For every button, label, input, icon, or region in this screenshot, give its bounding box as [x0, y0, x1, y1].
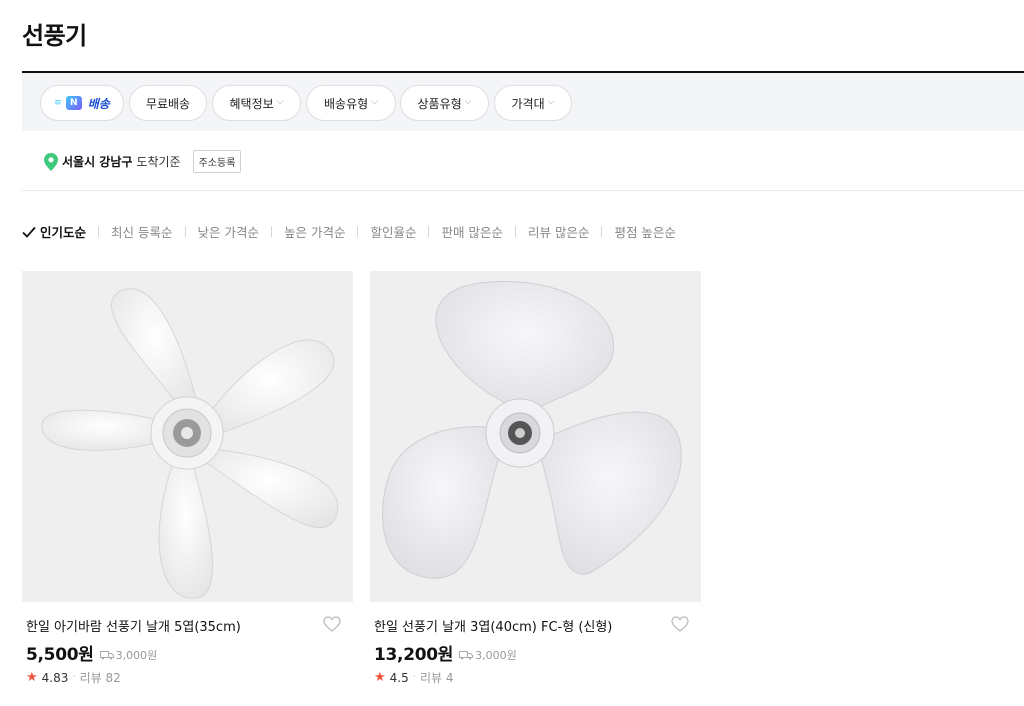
sort-bar: 인기도순 최신 등록순 낮은 가격순 높은 가격순 할인율순 판매 많은순 리뷰…	[22, 222, 676, 241]
divider	[428, 226, 430, 237]
separator-dot: ·	[72, 672, 76, 683]
location-pin-icon	[44, 152, 58, 171]
filter-chip-label: 배송	[87, 96, 110, 111]
star-icon: ★	[26, 670, 38, 685]
filter-chip-label: 배송유형	[324, 96, 369, 111]
location-suffix: 도착기준	[136, 155, 181, 169]
heart-icon[interactable]	[671, 616, 689, 632]
sort-price-low[interactable]: 낮은 가격순	[198, 222, 259, 241]
divider	[601, 226, 603, 237]
filter-chip-delivery-type[interactable]: 배송유형 ⌵	[306, 85, 396, 121]
page-title: 선풍기	[22, 22, 87, 50]
chevron-down-icon: ⌵	[464, 97, 472, 107]
sort-most-reviews[interactable]: 리뷰 많은순	[528, 222, 589, 241]
divider	[98, 226, 100, 237]
section-divider	[22, 190, 1024, 191]
filter-chip-product-type[interactable]: 상품유형 ⌵	[400, 85, 489, 121]
review-count[interactable]: 리뷰 82	[80, 669, 121, 686]
filter-chip-n-delivery[interactable]: ≡ N 배송	[40, 85, 124, 121]
sort-best-selling[interactable]: 판매 많은순	[441, 222, 502, 241]
filter-chip-label: 무료배송	[145, 96, 191, 111]
divider	[357, 226, 359, 237]
sort-label: 할인율순	[370, 225, 417, 240]
fan-blade-3-image	[370, 271, 701, 602]
checkmark-icon	[22, 226, 36, 238]
filter-chip-label: 혜택정보	[229, 96, 274, 111]
separator-dot: ·	[412, 672, 416, 683]
sort-discount[interactable]: 할인율순	[370, 222, 416, 241]
filter-chip-price-range[interactable]: 가격대 ⌵	[494, 85, 572, 121]
product-title[interactable]: 한일 선풍기 날개 3엽(40cm) FC-형 (신형)	[374, 616, 612, 635]
sort-label: 평점 높은순	[614, 225, 676, 240]
filter-chip-benefits[interactable]: 혜택정보 ⌵	[212, 85, 301, 121]
location-area: 서울시 강남구	[62, 155, 133, 169]
product-title[interactable]: 한일 아기바람 선풍기 날개 5엽(35cm)	[26, 616, 241, 635]
product-image[interactable]	[22, 271, 353, 602]
sort-top-rated[interactable]: 평점 높은순	[614, 222, 675, 241]
filter-chip-label: 상품유형	[417, 96, 462, 111]
product-price: 13,200원	[374, 645, 454, 665]
divider	[184, 226, 186, 237]
divider	[270, 226, 272, 237]
chevron-down-icon: ⌵	[276, 97, 284, 107]
product-rating: 4.5	[389, 670, 409, 685]
truck-icon	[459, 651, 474, 660]
filter-chip-free-shipping[interactable]: 무료배송	[129, 85, 207, 121]
n-delivery-icon: N	[65, 96, 82, 110]
truck-icon	[99, 651, 114, 660]
sort-label: 인기도순	[40, 225, 87, 240]
filter-chip-label: 가격대	[511, 96, 545, 111]
sort-label: 높은 가격순	[283, 225, 346, 240]
product-rating: 4.83	[41, 670, 69, 685]
sort-label: 최신 등록순	[111, 225, 173, 240]
product-card[interactable]: 한일 아기바람 선풍기 날개 5엽(35cm) 5,500원 3,000원 ★ …	[22, 271, 353, 685]
product-card[interactable]: 한일 선풍기 날개 3엽(40cm) FC-형 (신형) 13,200원 3,0…	[370, 271, 701, 685]
fan-blade-5-image	[22, 271, 353, 602]
shipping-fee-value: 3,000원	[475, 649, 517, 662]
sort-popular[interactable]: 인기도순	[22, 222, 86, 241]
sort-label: 리뷰 많은순	[527, 225, 590, 240]
divider	[514, 226, 516, 237]
shipping-fee: 3,000원	[459, 647, 517, 663]
chevron-down-icon: ⌵	[547, 97, 555, 107]
star-icon: ★	[374, 670, 386, 685]
sort-label: 낮은 가격순	[197, 225, 259, 240]
delivery-location: 서울시 강남구 도착기준 주소등록	[44, 150, 242, 173]
register-address-button[interactable]: 주소등록	[192, 150, 242, 173]
speed-lines-icon: ≡	[54, 98, 62, 108]
filter-bar: ≡ N 배송 무료배송 혜택정보 ⌵ 배송유형 ⌵ 상품유형 ⌵ 가격대 ⌵	[22, 73, 1024, 131]
review-count[interactable]: 리뷰 4	[420, 669, 454, 686]
product-image[interactable]	[370, 271, 701, 602]
sort-newest[interactable]: 최신 등록순	[111, 222, 172, 241]
product-price: 5,500원	[26, 645, 94, 665]
sort-label: 판매 많은순	[441, 225, 503, 240]
shipping-fee: 3,000원	[99, 647, 158, 663]
heart-icon[interactable]	[323, 616, 341, 632]
shipping-fee-value: 3,000원	[115, 649, 158, 662]
sort-price-high[interactable]: 높은 가격순	[284, 222, 345, 241]
chevron-down-icon: ⌵	[371, 97, 378, 107]
